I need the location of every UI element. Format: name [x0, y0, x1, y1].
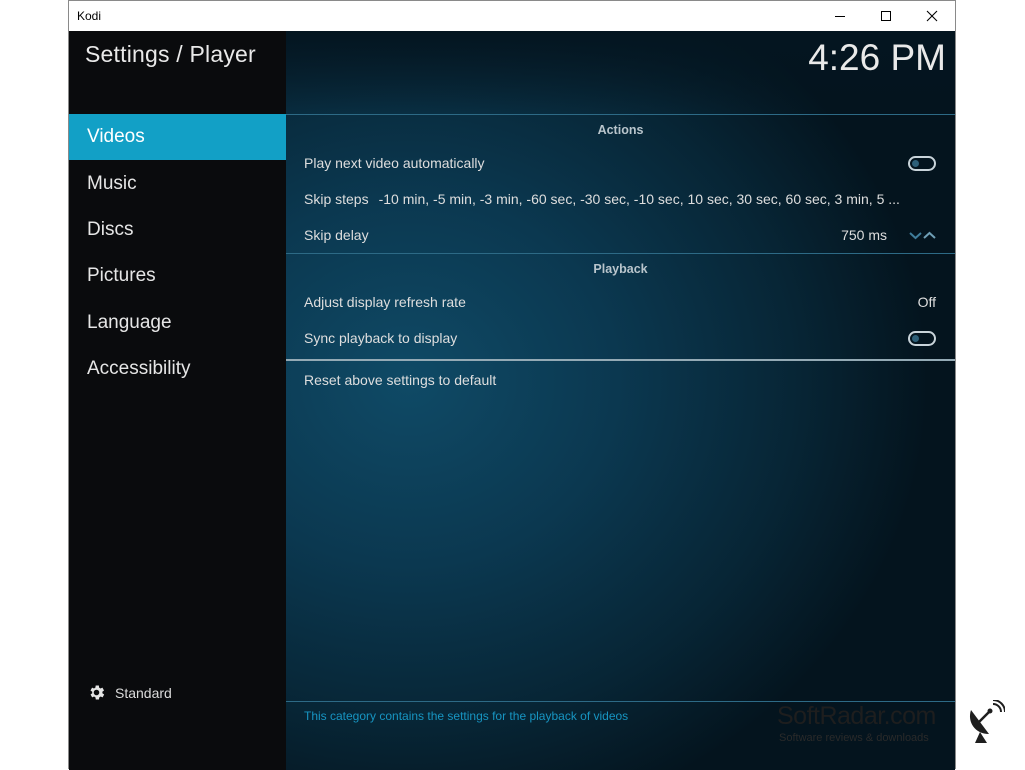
setting-label: Play next video automatically: [304, 155, 485, 171]
sidebar-item-label: Language: [87, 311, 172, 333]
sidebar-item-label: Discs: [87, 218, 134, 240]
play-next-toggle[interactable]: [908, 155, 936, 171]
settings-panel: Actions Play next video automatically Sk…: [286, 114, 955, 399]
skip-delay-value: 750 ms: [841, 227, 887, 243]
reset-settings-button[interactable]: Reset above settings to default: [286, 361, 955, 399]
watermark-name: SoftRadar.com: [777, 702, 936, 730]
sidebar-item-label: Pictures: [87, 265, 156, 287]
minimize-button[interactable]: [817, 1, 863, 31]
setting-skip-steps[interactable]: Skip steps -10 min, -5 min, -3 min, -60 …: [286, 181, 955, 217]
settings-level-label: Standard: [115, 684, 172, 701]
setting-sync-playback[interactable]: Sync playback to display: [286, 320, 955, 356]
toggle-knob: [912, 334, 919, 342]
refresh-rate-value: Off: [917, 294, 936, 310]
kodi-app: Settings / Player 4:26 PM Videos Music D…: [69, 31, 955, 770]
sidebar-item-discs[interactable]: Discs: [69, 207, 286, 253]
gear-icon: [87, 683, 106, 702]
setting-label: Skip steps: [304, 191, 369, 207]
category-description: This category contains the settings for …: [304, 709, 629, 723]
sidebar-item-pictures[interactable]: Pictures: [69, 253, 286, 299]
window-title: Kodi: [77, 9, 102, 23]
reset-settings-label: Reset above settings to default: [304, 372, 497, 388]
chevron-up-icon[interactable]: [923, 231, 936, 240]
sidebar-item-label: Music: [87, 172, 137, 194]
maximize-button[interactable]: [863, 1, 909, 31]
satellite-dish-icon: [969, 700, 1005, 743]
softradar-watermark: SoftRadar.com Software reviews & downloa…: [777, 700, 1017, 752]
toggle-knob: [912, 159, 919, 167]
minimize-icon: [835, 16, 845, 17]
sidebar-item-language[interactable]: Language: [69, 300, 286, 346]
kodi-window: Kodi Settings / Player 4:26 PM Videos Mu…: [68, 0, 956, 770]
skip-delay-spinner: [909, 231, 936, 240]
clock: 4:26 PM: [808, 37, 946, 78]
setting-skip-delay[interactable]: Skip delay 750 ms: [286, 217, 955, 253]
page-title: Settings / Player: [85, 41, 256, 67]
settings-level-button[interactable]: Standard: [87, 683, 172, 702]
setting-play-next-video[interactable]: Play next video automatically: [286, 145, 955, 181]
sync-playback-toggle[interactable]: [908, 330, 936, 346]
title-bar[interactable]: Kodi: [69, 1, 955, 31]
watermark-tagline: Software reviews & downloads: [779, 732, 929, 744]
skip-steps-value: -10 min, -5 min, -3 min, -60 sec, -30 se…: [378, 191, 900, 207]
maximize-icon: [881, 11, 891, 21]
chevron-down-icon[interactable]: [909, 231, 922, 240]
sidebar-item-label: Videos: [87, 126, 145, 148]
section-title-playback: Playback: [593, 262, 648, 276]
sidebar-menu: Videos Music Discs Pictures Language Acc…: [69, 114, 286, 392]
sidebar-item-accessibility[interactable]: Accessibility: [69, 346, 286, 392]
sidebar-item-videos[interactable]: Videos: [69, 114, 286, 161]
close-button[interactable]: [909, 1, 955, 31]
setting-label: Sync playback to display: [304, 330, 458, 346]
sidebar-item-label: Accessibility: [87, 358, 191, 380]
setting-label: Adjust display refresh rate: [304, 294, 466, 310]
sidebar-item-music[interactable]: Music: [69, 160, 286, 206]
section-title-actions: Actions: [597, 123, 644, 137]
close-icon: [926, 10, 938, 22]
setting-adjust-refresh-rate[interactable]: Adjust display refresh rate Off: [286, 284, 955, 320]
setting-label: Skip delay: [304, 227, 369, 243]
